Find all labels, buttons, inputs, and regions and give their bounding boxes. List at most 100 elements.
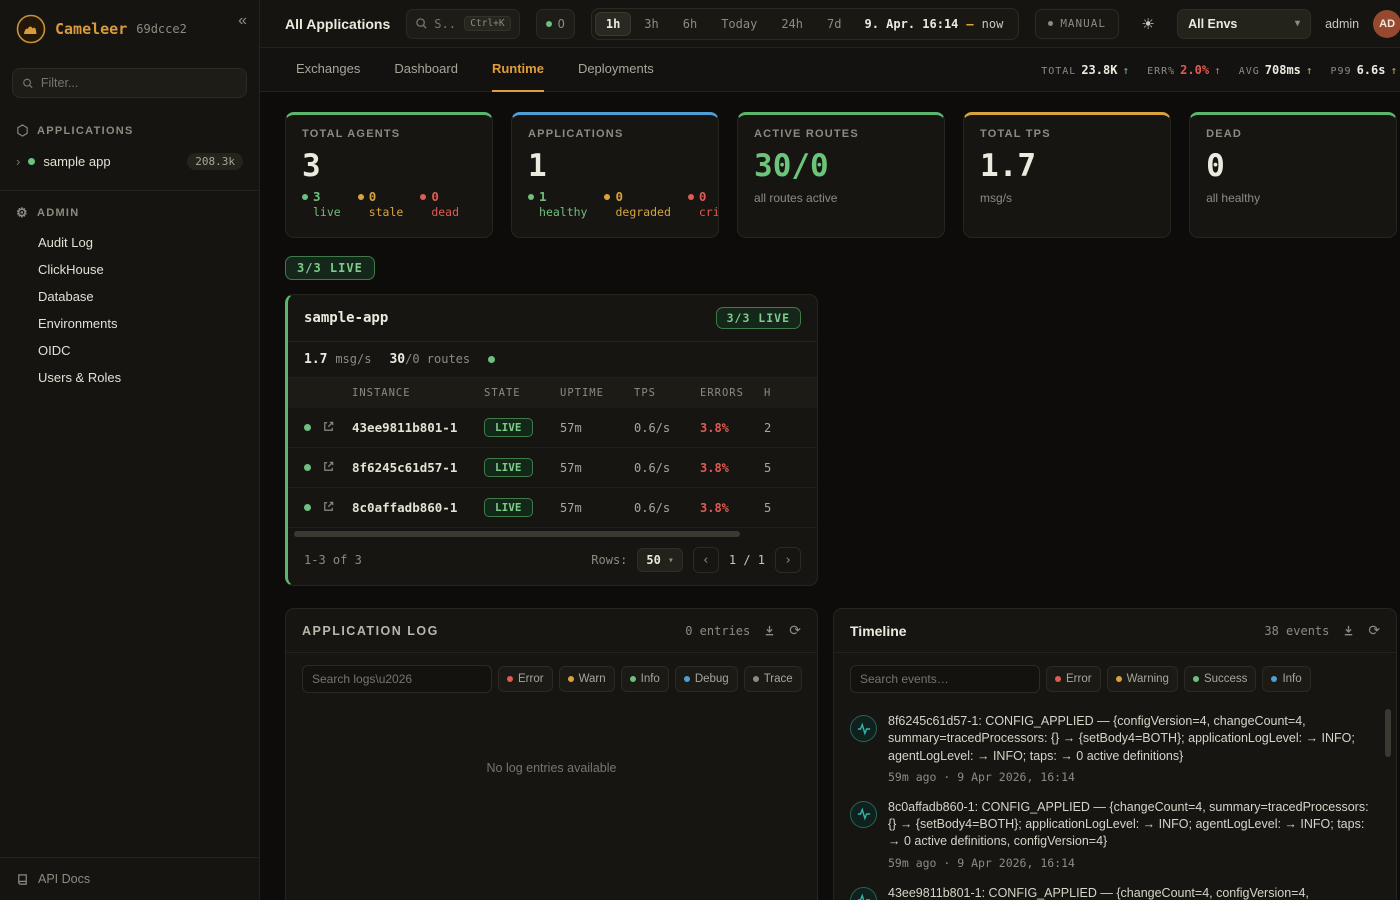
theme-toggle-button[interactable]: ☀ xyxy=(1133,9,1163,39)
refresh-icon[interactable]: ⟳ xyxy=(789,622,801,639)
download-icon[interactable] xyxy=(1342,624,1355,637)
application-card-sample-app: sample-app 3/3 LIVE 1.7 msg/s 30/0 route… xyxy=(285,294,818,586)
metric-value: 2.0% xyxy=(1180,63,1209,77)
external-link-icon[interactable] xyxy=(322,420,352,436)
app-card-title[interactable]: sample-app xyxy=(304,310,388,326)
search-shortcut-kbd: Ctrl+K xyxy=(464,16,510,31)
content: TOTAL AGENTS 3 3 live 0 stale 0 xyxy=(260,92,1400,900)
breakdown-critical: 0 criti xyxy=(688,189,719,219)
status-toggle-button[interactable]: O xyxy=(536,9,575,39)
log-search-input[interactable] xyxy=(302,665,492,693)
tab-runtime[interactable]: Runtime xyxy=(492,48,544,92)
timeline-panel: Timeline 38 events ⟳ Error Warning Succe… xyxy=(833,608,1397,900)
scrollbar-thumb[interactable] xyxy=(294,531,740,537)
tab-deployments[interactable]: Deployments xyxy=(578,48,654,92)
timeline-event[interactable]: 8c0affadb860-1: CONFIG_APPLIED — {change… xyxy=(850,799,1376,870)
metric-label: AVG xyxy=(1239,66,1260,77)
rows-per-page-select[interactable]: 50 ▾ xyxy=(637,548,682,572)
timeline-search-input[interactable] xyxy=(850,665,1040,693)
metric-label: P99 xyxy=(1331,66,1352,77)
time-range-3h[interactable]: 3h xyxy=(633,12,669,36)
sidebar-collapse-icon[interactable]: « xyxy=(238,12,247,30)
chip-label: Error xyxy=(518,673,544,685)
global-search-input[interactable] xyxy=(434,17,458,31)
time-range-1h[interactable]: 1h xyxy=(595,12,631,36)
log-filter-trace[interactable]: Trace xyxy=(744,666,802,692)
log-filter-warn[interactable]: Warn xyxy=(559,666,615,692)
admin-section-header: ⚙ ADMIN xyxy=(0,205,259,221)
time-range-6h[interactable]: 6h xyxy=(672,12,708,36)
download-icon[interactable] xyxy=(763,624,776,637)
table-row[interactable]: 8f6245c61d57-1 LIVE 57m 0.6/s 3.8% 5 xyxy=(288,448,817,488)
date-range-display[interactable]: 9. Apr. 16:14 — now xyxy=(864,17,1003,31)
timeline-filter-success[interactable]: Success xyxy=(1184,666,1256,692)
timeline-event[interactable]: 43ee9811b801-1: CONFIG_APPLIED — {change… xyxy=(850,885,1376,900)
sidebar-item-environments[interactable]: Environments xyxy=(38,310,259,337)
log-filter-error[interactable]: Error xyxy=(498,666,553,692)
tab-dashboard[interactable]: Dashboard xyxy=(394,48,458,92)
event-message: 8f6245c61d57-1: CONFIG_APPLIED — {config… xyxy=(888,713,1376,765)
log-filter-debug[interactable]: Debug xyxy=(675,666,738,692)
sidebar-filter-input[interactable] xyxy=(41,76,237,90)
chevron-down-icon: ▾ xyxy=(668,555,674,566)
sidebar-item-clickhouse[interactable]: ClickHouse xyxy=(38,256,259,283)
next-page-button[interactable]: › xyxy=(775,547,801,573)
global-search[interactable]: Ctrl+K xyxy=(406,9,519,39)
external-link-icon[interactable] xyxy=(322,460,352,476)
external-link-icon[interactable] xyxy=(322,500,352,516)
tab-exchanges[interactable]: Exchanges xyxy=(296,48,360,92)
trend-up-icon: ↑ xyxy=(1122,64,1129,77)
sidebar-item-database[interactable]: Database xyxy=(38,283,259,310)
stat-card-dead: DEAD 0 all healthy xyxy=(1189,112,1397,238)
timeline-filter-warning[interactable]: Warning xyxy=(1107,666,1178,692)
sidebar-item-users-roles[interactable]: Users & Roles xyxy=(38,364,259,391)
avatar[interactable]: AD xyxy=(1373,10,1400,38)
column-state: STATE xyxy=(484,387,560,399)
breakdown-label: stale xyxy=(369,205,404,219)
horizontal-scrollbar[interactable] xyxy=(288,530,817,538)
healthy-dot xyxy=(528,194,534,200)
main-area: All Applications Ctrl+K O 1h 3h 6h Today… xyxy=(260,0,1400,900)
api-docs-link[interactable]: API Docs xyxy=(0,857,259,900)
debug-dot xyxy=(684,676,690,682)
api-docs-label: API Docs xyxy=(38,872,90,886)
breakdown-stale: 0 stale xyxy=(358,189,404,219)
breakdown-label: live xyxy=(313,205,341,219)
critical-dot xyxy=(688,194,694,200)
breakdown-value: 0 xyxy=(699,189,707,204)
timeline-filter-error[interactable]: Error xyxy=(1046,666,1101,692)
timeline-scrollbar-thumb[interactable] xyxy=(1385,709,1391,757)
manual-mode-button[interactable]: MANUAL xyxy=(1035,9,1119,39)
dead-dot xyxy=(420,194,426,200)
stat-value: 1 xyxy=(528,148,702,184)
timeline-filter-info[interactable]: Info xyxy=(1262,666,1310,692)
bottom-panels: APPLICATION LOG 0 entries ⟳ Error Warn I… xyxy=(285,608,1397,900)
prev-page-button[interactable]: ‹ xyxy=(693,547,719,573)
log-empty-state: No log entries available xyxy=(286,761,817,775)
time-range-24h[interactable]: 24h xyxy=(770,12,814,36)
summary-metrics: TOTAL 23.8K ↑ ERR% 2.0% ↑ AVG 708ms ↑ P9… xyxy=(1041,63,1397,77)
time-range-today[interactable]: Today xyxy=(710,12,768,36)
sidebar-item-audit-log[interactable]: Audit Log xyxy=(38,229,259,256)
refresh-icon[interactable]: ⟳ xyxy=(1368,622,1380,639)
breakdown-value: 0 xyxy=(615,189,623,204)
environment-select[interactable]: All Envs ▾ xyxy=(1177,9,1311,39)
timeline-event[interactable]: 8f6245c61d57-1: CONFIG_APPLIED — {config… xyxy=(850,713,1376,784)
breakdown-value: 0 xyxy=(369,189,377,204)
trend-up-icon: ↑ xyxy=(1390,64,1397,77)
table-row[interactable]: 8c0affadb860-1 LIVE 57m 0.6/s 3.8% 5 xyxy=(288,488,817,528)
applications-icon xyxy=(16,124,29,137)
sidebar-item-oidc[interactable]: OIDC xyxy=(38,337,259,364)
info-dot xyxy=(630,676,636,682)
event-message: 43ee9811b801-1: CONFIG_APPLIED — {change… xyxy=(888,885,1309,900)
warn-dot xyxy=(568,676,574,682)
sidebar-filter xyxy=(12,68,247,98)
breakdown-label: criti xyxy=(699,205,719,219)
stat-value: 3 xyxy=(302,148,476,184)
breakdown-value: 0 xyxy=(431,189,439,204)
table-row[interactable]: 43ee9811b801-1 LIVE 57m 0.6/s 3.8% 2 xyxy=(288,408,817,448)
time-range-7d[interactable]: 7d xyxy=(816,12,852,36)
log-filter-info[interactable]: Info xyxy=(621,666,669,692)
sidebar-item-sample-app[interactable]: › sample app 208.3k xyxy=(0,148,259,175)
stat-breakdown: 3 live 0 stale 0 dead xyxy=(302,189,476,219)
